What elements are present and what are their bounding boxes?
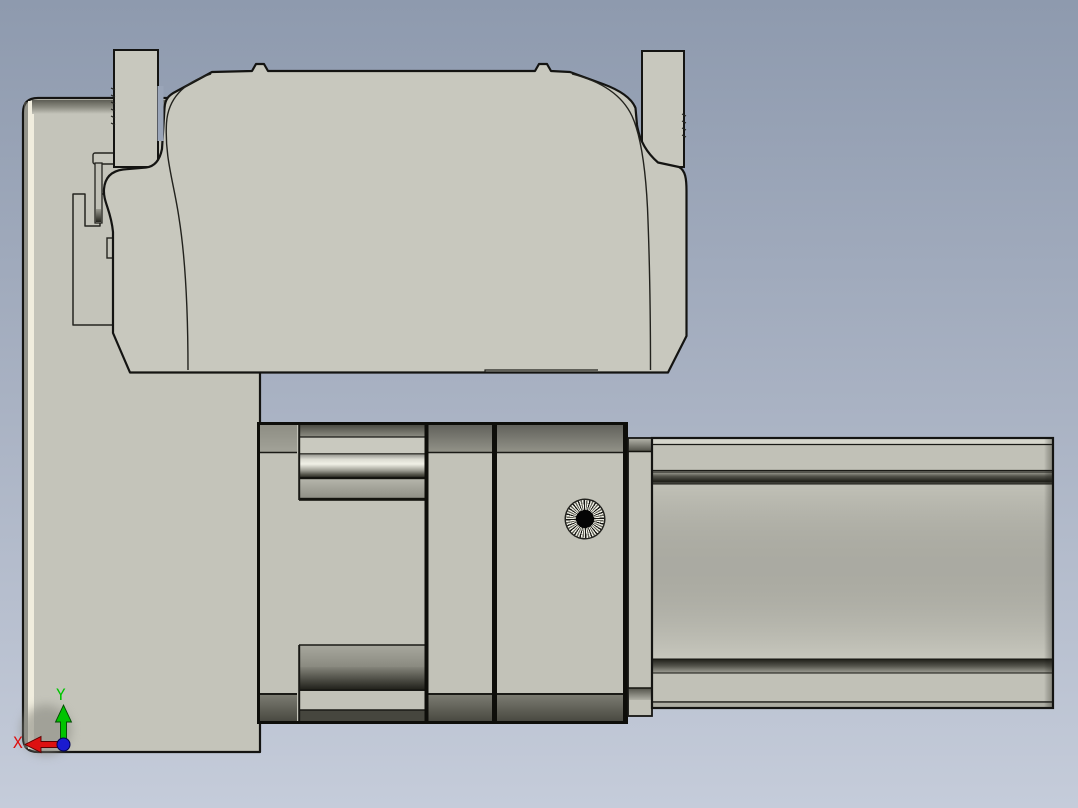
connector-top-strip: [629, 439, 651, 451]
panel-left-highlight: [28, 101, 34, 749]
cad-viewport[interactable]: X Y: [0, 0, 1078, 808]
model-drawing: X Y: [0, 0, 1078, 808]
rail-right-shade: [1044, 439, 1052, 707]
carriage-divider-1: [425, 422, 429, 724]
carriage-blockC-top: [428, 424, 492, 452]
carriage-blockC-bottom: [428, 694, 492, 722]
connector-block[interactable]: [628, 438, 652, 716]
motor-housing-body[interactable]: [104, 64, 687, 373]
y-axis-label: Y: [56, 685, 66, 704]
pocket-lower-dark-strip: [299, 710, 425, 722]
sensor-pin-tip: [96, 209, 101, 222]
motor-housing[interactable]: [104, 64, 687, 373]
pocket-top-shadow: [299, 424, 425, 437]
carriage-divider-2: [492, 422, 497, 724]
carriage-blockA-top: [260, 424, 297, 452]
connector-bottom-strip: [629, 688, 651, 700]
carriage-blockA-bottom: [260, 694, 297, 722]
drive-rod-lower-shadow: [299, 667, 425, 690]
drive-rod-upper[interactable]: [299, 454, 425, 478]
pocket-lower-light: [299, 690, 425, 710]
pocket-below-rod: [299, 478, 425, 499]
tab-gap-left: [158, 86, 164, 141]
carriage-blockD-top: [497, 424, 624, 452]
mounting-tab-right[interactable]: [642, 51, 686, 167]
origin-point[interactable]: [57, 738, 70, 751]
rail-groove-bottom: [652, 659, 1053, 673]
carriage-blockD-bottom: [497, 694, 624, 722]
panel-left-shade: [24, 102, 28, 748]
rail-face: [652, 484, 1053, 659]
guide-rail[interactable]: [652, 438, 1053, 708]
x-axis-label: X: [13, 733, 23, 752]
pocket-top-face: [299, 437, 425, 454]
mounting-tab-left[interactable]: [111, 50, 158, 167]
pocket-lower-face: [299, 645, 425, 667]
rail-groove-top: [652, 472, 1053, 484]
carriage-block[interactable]: [257, 422, 628, 724]
